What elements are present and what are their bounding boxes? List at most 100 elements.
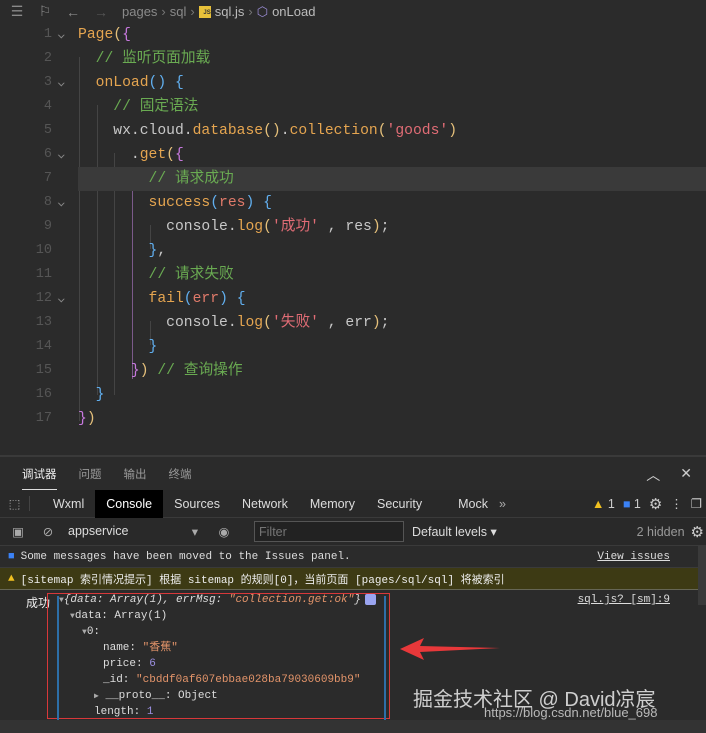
tab-sources[interactable]: Sources: [163, 490, 231, 518]
code-text: // 固定语法: [78, 95, 706, 119]
code-token: // 查询操作: [148, 363, 243, 379]
fold-chevron-icon[interactable]: ⌄: [57, 71, 66, 95]
more-tabs-button[interactable]: »: [499, 497, 506, 511]
inspect-element-icon[interactable]: ⬚: [0, 496, 30, 511]
code-line[interactable]: 8 ⌄ success(res) {: [0, 191, 706, 215]
line-number: 11: [35, 267, 52, 282]
bookmark-icon[interactable]: ⚐: [34, 3, 56, 20]
breadcrumb: pages › sql › JS sql.js › ⬡ onLoad: [122, 3, 316, 20]
fold-chevron-icon[interactable]: ⌄: [57, 23, 66, 47]
clear-console-icon[interactable]: ⊘: [36, 524, 60, 539]
warning-message: ▲ [sitemap 索引情况提示] 根据 sitemap 的规则[0]，当前页…: [0, 568, 706, 590]
code-token: }: [78, 411, 87, 427]
code-token: }: [78, 243, 158, 259]
code-editor[interactable]: 1 ⌄ Page({2 // 监听页面加载 3 ⌄ onLoad() {4 // 固定语…: [0, 23, 706, 455]
tab-security[interactable]: Security: [366, 490, 433, 518]
message-icon: ■: [8, 550, 15, 563]
tab-output[interactable]: 输出: [124, 460, 147, 490]
code-line[interactable]: 13 console.log('失败' , err);: [0, 311, 706, 335]
line-number: 8: [43, 195, 52, 210]
line-number: 1: [43, 27, 52, 42]
tab-debugger[interactable]: 调试器: [22, 460, 57, 490]
code-line[interactable]: 15 }) // 查询操作: [0, 359, 706, 383]
code-line[interactable]: 12 ⌄ fail(err) {: [0, 287, 706, 311]
tab-terminal[interactable]: 终端: [169, 460, 192, 490]
code-text: console.log('成功' , res);: [78, 215, 706, 239]
view-issues-link[interactable]: View issues: [597, 551, 670, 563]
code-token: (: [166, 147, 175, 163]
line-number: 5: [43, 123, 52, 138]
code-token: res: [219, 195, 246, 211]
code-line[interactable]: 16 }: [0, 383, 706, 407]
line-number: 6: [43, 147, 52, 162]
info-count[interactable]: ■ 1: [623, 497, 641, 511]
code-line[interactable]: 7 // 请求成功: [0, 167, 706, 191]
settings-gear-icon[interactable]: ⚙: [649, 495, 662, 513]
breadcrumb-file[interactable]: sql.js: [215, 4, 245, 19]
code-line[interactable]: 3 ⌄ onLoad() {: [0, 71, 706, 95]
code-token: console.: [78, 315, 237, 331]
tab-network[interactable]: Network: [231, 490, 299, 518]
code-token: .: [78, 147, 140, 163]
more-options-icon[interactable]: ⋮: [670, 496, 683, 511]
code-line[interactable]: 4 // 固定语法: [0, 95, 706, 119]
breadcrumb-sql[interactable]: sql: [170, 4, 187, 19]
forward-arrow-icon[interactable]: →: [90, 4, 112, 20]
filter-input[interactable]: [254, 521, 404, 542]
panel-tabs: 调试器 问题 输出 终端 ︿ ✕: [0, 460, 706, 490]
code-token: // 请求成功: [78, 171, 234, 187]
line-number: 3: [43, 75, 52, 90]
code-line[interactable]: 1 ⌄ Page({: [0, 23, 706, 47]
code-line[interactable]: 17}): [0, 407, 706, 431]
live-expression-eye-icon[interactable]: ◉: [212, 524, 236, 539]
warning-count[interactable]: ▲ 1: [592, 497, 615, 511]
line-number: 13: [35, 315, 52, 330]
back-arrow-icon[interactable]: ←: [62, 4, 84, 20]
tab-console[interactable]: Console: [95, 489, 164, 518]
code-line[interactable]: 10 },: [0, 239, 706, 263]
log-levels-dropdown[interactable]: Default levels ▾: [412, 524, 497, 539]
code-line[interactable]: 6 ⌄ .get({: [0, 143, 706, 167]
code-line[interactable]: 2 // 监听页面加载: [0, 47, 706, 71]
code-text: }: [78, 335, 706, 359]
fold-chevron-icon[interactable]: ⌄: [57, 287, 66, 311]
line-number: 16: [35, 387, 52, 402]
code-line[interactable]: 14 }: [0, 335, 706, 359]
code-line[interactable]: 11 // 请求失败: [0, 263, 706, 287]
breadcrumb-pages[interactable]: pages: [122, 4, 157, 19]
list-icon[interactable]: ☰: [6, 3, 28, 20]
code-text: .get({: [78, 143, 706, 167]
fold-chevron-icon[interactable]: ⌄: [57, 191, 66, 215]
source-link[interactable]: sql.js? [sm]:9: [578, 594, 670, 606]
tab-mock[interactable]: Mock: [447, 490, 499, 518]
code-text: // 监听页面加载: [78, 47, 706, 71]
context-select[interactable]: appservice ▾: [68, 524, 198, 539]
watermark-url: https://blog.csdn.net/blue_698: [484, 705, 658, 720]
code-line[interactable]: 9 console.log('成功' , res);: [0, 215, 706, 239]
console-scrollbar[interactable]: [698, 545, 706, 605]
breadcrumb-symbol[interactable]: onLoad: [272, 4, 315, 19]
hidden-count: 2 hidden: [636, 524, 685, 539]
code-token: , res: [318, 219, 372, 235]
code-text: }): [78, 407, 706, 431]
tab-problems[interactable]: 问题: [79, 460, 102, 490]
code-token: (): [263, 123, 281, 139]
code-token: ): [86, 411, 96, 427]
annotation-arrow-icon: [400, 638, 500, 660]
code-token: 'goods': [386, 123, 449, 139]
code-token: // 请求失败: [78, 267, 234, 283]
code-token: console.: [78, 219, 237, 235]
sidebar-toggle-icon[interactable]: ▣: [6, 524, 30, 539]
code-token: ,: [157, 243, 167, 259]
tab-wxml[interactable]: Wxml: [42, 490, 95, 518]
fold-chevron-icon[interactable]: ⌄: [57, 143, 66, 167]
tab-memory[interactable]: Memory: [299, 490, 366, 518]
code-token: {: [227, 291, 246, 307]
close-panel-icon[interactable]: ✕: [680, 465, 692, 485]
maximize-panel-icon[interactable]: ︿: [646, 465, 660, 485]
undock-icon[interactable]: ❐: [691, 496, 702, 511]
console-settings-gear-icon[interactable]: ⚙: [691, 523, 704, 541]
devtools-tabs: ⬚ Wxml Console Sources Network Memory Se…: [0, 489, 706, 518]
code-token: success: [148, 195, 211, 211]
code-line[interactable]: 5 wx.cloud.database().collection('goods'…: [0, 119, 706, 143]
